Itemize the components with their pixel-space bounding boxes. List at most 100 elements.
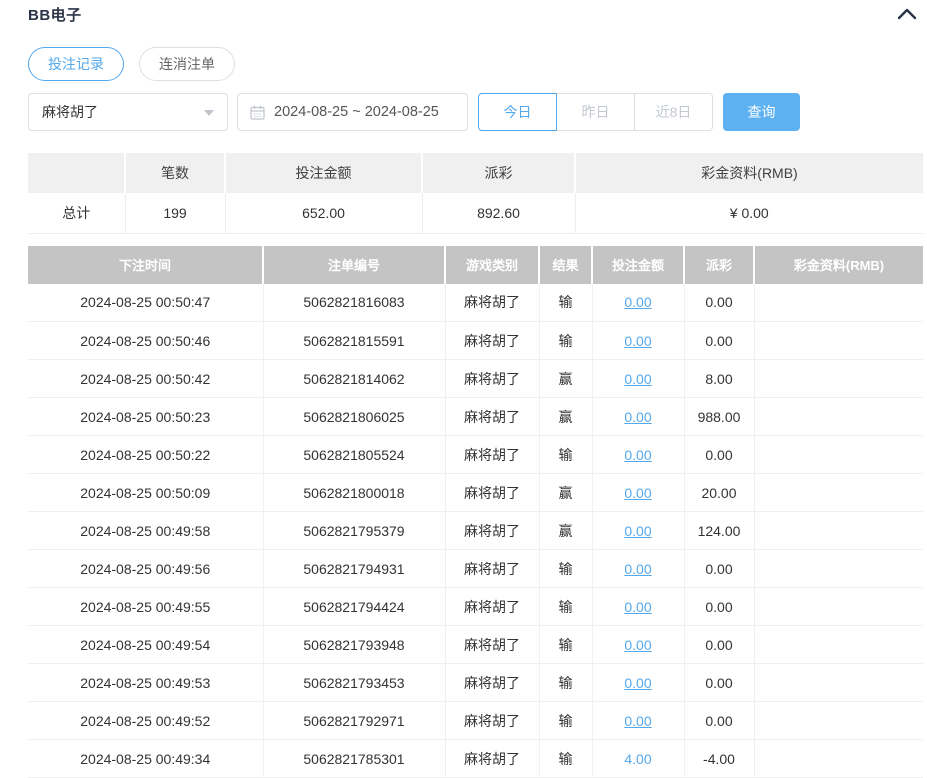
bet-amount-link[interactable]: 0.00 xyxy=(624,713,651,729)
order-id-cell: 5062821805524 xyxy=(263,436,445,474)
bet-amount-link[interactable]: 0.00 xyxy=(624,333,651,349)
bet-amount-link[interactable]: 0.00 xyxy=(624,523,651,539)
bet-time-cell: 2024-08-25 00:49:55 xyxy=(28,588,263,626)
caret-down-icon xyxy=(204,110,214,121)
yesterday-button[interactable]: 昨日 xyxy=(556,93,635,131)
result-cell: 赢 xyxy=(539,398,592,436)
bet-amount-link[interactable]: 0.00 xyxy=(624,409,651,425)
payout-cell: 0.00 xyxy=(684,702,754,740)
order-id-cell: 5062821793948 xyxy=(263,626,445,664)
order-id-cell: 5062821785301 xyxy=(263,740,445,778)
payout-cell: 0.00 xyxy=(684,284,754,322)
bet-amount-cell: 0.00 xyxy=(592,702,684,740)
result-cell: 输 xyxy=(539,550,592,588)
result-cell: 输 xyxy=(539,284,592,322)
table-row: 2024-08-25 00:49:52 5062821792971 麻将胡了 输… xyxy=(28,702,923,740)
bet-amount-link[interactable]: 0.00 xyxy=(624,599,651,615)
payout-cell: 124.00 xyxy=(684,512,754,550)
table-row: 2024-08-25 00:49:55 5062821794424 麻将胡了 输… xyxy=(28,588,923,626)
bet-amount-cell: 0.00 xyxy=(592,360,684,398)
bet-amount-link[interactable]: 0.00 xyxy=(624,675,651,691)
bonus-cell xyxy=(754,512,923,550)
bet-amount-link[interactable]: 0.00 xyxy=(624,371,651,387)
payout-cell: 0.00 xyxy=(684,550,754,588)
bet-time-cell: 2024-08-25 00:49:56 xyxy=(28,550,263,588)
tab-cancelled-orders[interactable]: 连消注单 xyxy=(139,47,235,81)
bet-time-cell: 2024-08-25 00:50:47 xyxy=(28,284,263,322)
bet-amount-link[interactable]: 0.00 xyxy=(624,485,651,501)
result-cell: 输 xyxy=(539,664,592,702)
order-id-cell: 5062821793453 xyxy=(263,664,445,702)
bet-amount-cell: 0.00 xyxy=(592,626,684,664)
bet-amount-link[interactable]: 0.00 xyxy=(624,294,651,310)
summary-total-label: 总计 xyxy=(28,193,125,233)
order-id-cell: 5062821795379 xyxy=(263,512,445,550)
col-game-type: 游戏类别 xyxy=(445,246,539,284)
bonus-cell xyxy=(754,398,923,436)
bonus-cell xyxy=(754,474,923,512)
game-type-cell: 麻将胡了 xyxy=(445,550,539,588)
bet-amount-cell: 0.00 xyxy=(592,550,684,588)
order-id-cell: 5062821814062 xyxy=(263,360,445,398)
order-id-cell: 5062821815591 xyxy=(263,322,445,360)
bet-time-cell: 2024-08-25 00:50:42 xyxy=(28,360,263,398)
table-row: 2024-08-25 00:50:46 5062821815591 麻将胡了 输… xyxy=(28,322,923,360)
summary-table: 笔数 投注金额 派彩 彩金资料(RMB) 总计 199 652.00 892.6… xyxy=(28,153,923,234)
game-select[interactable]: 麻将胡了 xyxy=(28,93,228,131)
table-row: 2024-08-25 00:49:54 5062821793948 麻将胡了 输… xyxy=(28,626,923,664)
summary-col-payout: 派彩 xyxy=(422,153,575,193)
bet-time-cell: 2024-08-25 00:49:58 xyxy=(28,512,263,550)
bet-time-cell: 2024-08-25 00:49:52 xyxy=(28,702,263,740)
bonus-cell xyxy=(754,740,923,778)
game-type-cell: 麻将胡了 xyxy=(445,398,539,436)
game-type-cell: 麻将胡了 xyxy=(445,322,539,360)
game-type-cell: 麻将胡了 xyxy=(445,512,539,550)
result-cell: 输 xyxy=(539,626,592,664)
result-cell: 赢 xyxy=(539,360,592,398)
quick-date-group: 今日 昨日 近8日 xyxy=(478,93,713,131)
game-type-cell: 麻将胡了 xyxy=(445,284,539,322)
order-id-cell: 5062821792971 xyxy=(263,702,445,740)
summary-col-bet-amount: 投注金额 xyxy=(225,153,422,193)
bet-amount-cell: 0.00 xyxy=(592,512,684,550)
panel-title: BB电子 xyxy=(28,4,82,25)
bet-time-cell: 2024-08-25 00:50:22 xyxy=(28,436,263,474)
table-row: 2024-08-25 00:49:58 5062821795379 麻将胡了 赢… xyxy=(28,512,923,550)
game-type-cell: 麻将胡了 xyxy=(445,664,539,702)
bonus-cell xyxy=(754,360,923,398)
bet-amount-link[interactable]: 4.00 xyxy=(624,751,651,767)
date-range-input[interactable]: 2024-08-25 ~ 2024-08-25 xyxy=(237,93,468,131)
collapse-button[interactable] xyxy=(893,6,921,22)
bet-amount-link[interactable]: 0.00 xyxy=(624,447,651,463)
bet-records-panel: BB电子 投注记录 连消注单 麻将胡了 2024-08-25 ~ 2024-08… xyxy=(0,0,927,778)
game-type-cell: 麻将胡了 xyxy=(445,626,539,664)
bet-amount-cell: 4.00 xyxy=(592,740,684,778)
table-row: 2024-08-25 00:49:34 5062821785301 麻将胡了 输… xyxy=(28,740,923,778)
payout-cell: 0.00 xyxy=(684,626,754,664)
order-id-cell: 5062821794424 xyxy=(263,588,445,626)
record-type-tabs: 投注记录 连消注单 xyxy=(28,47,923,81)
bonus-cell xyxy=(754,550,923,588)
order-id-cell: 5062821800018 xyxy=(263,474,445,512)
last-8-days-button[interactable]: 近8日 xyxy=(634,93,713,131)
game-type-cell: 麻将胡了 xyxy=(445,588,539,626)
query-button[interactable]: 查询 xyxy=(723,93,800,131)
date-range-value: 2024-08-25 ~ 2024-08-25 xyxy=(274,104,439,120)
bet-amount-cell: 0.00 xyxy=(592,398,684,436)
bet-amount-link[interactable]: 0.00 xyxy=(624,637,651,653)
summary-col-bonus: 彩金资料(RMB) xyxy=(575,153,923,193)
bet-amount-cell: 0.00 xyxy=(592,436,684,474)
game-type-cell: 麻将胡了 xyxy=(445,360,539,398)
payout-cell: 0.00 xyxy=(684,436,754,474)
result-cell: 赢 xyxy=(539,474,592,512)
summary-total-bonus: ¥ 0.00 xyxy=(575,193,923,233)
result-cell: 输 xyxy=(539,702,592,740)
payout-cell: -4.00 xyxy=(684,740,754,778)
bet-amount-link[interactable]: 0.00 xyxy=(624,561,651,577)
today-button[interactable]: 今日 xyxy=(478,93,557,131)
summary-col-count: 笔数 xyxy=(125,153,225,193)
col-payout: 派彩 xyxy=(684,246,754,284)
table-row: 2024-08-25 00:49:53 5062821793453 麻将胡了 输… xyxy=(28,664,923,702)
bet-time-cell: 2024-08-25 00:49:54 xyxy=(28,626,263,664)
tab-bet-records[interactable]: 投注记录 xyxy=(28,47,124,81)
